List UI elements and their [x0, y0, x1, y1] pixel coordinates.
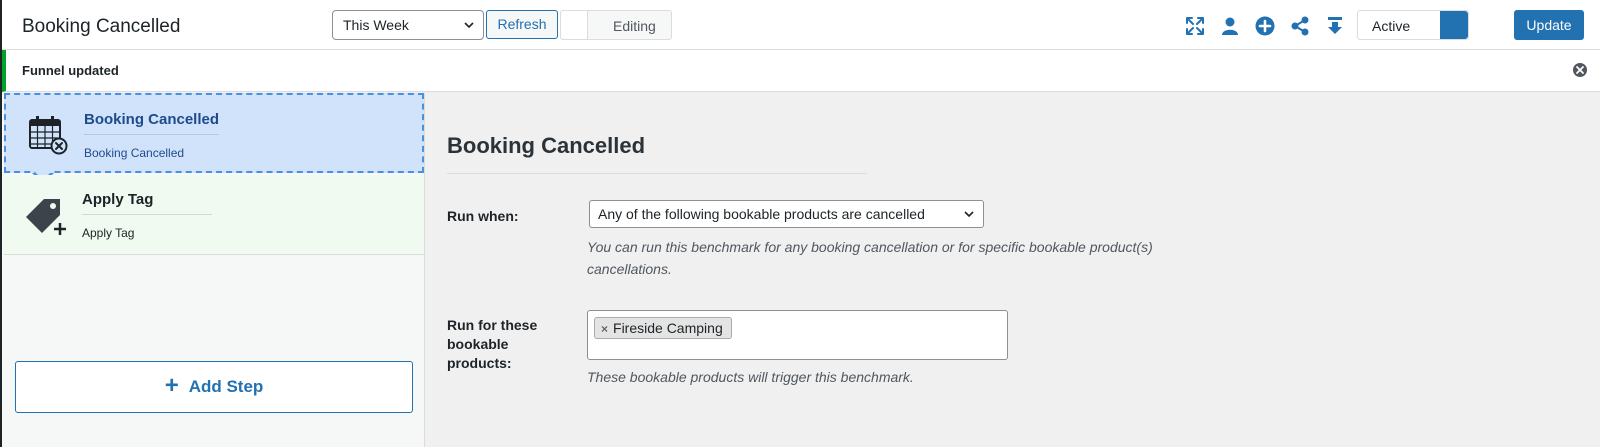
products-label-line-2: bookable — [447, 336, 509, 352]
person-icon[interactable] — [1219, 15, 1241, 37]
update-button[interactable]: Update — [1514, 10, 1584, 40]
products-help: These bookable products will trigger thi… — [587, 369, 914, 385]
fullscreen-icon[interactable] — [1184, 15, 1206, 37]
add-step-button[interactable]: + Add Step — [15, 361, 413, 413]
run-when-label: Run when: — [447, 208, 519, 224]
share-icon[interactable] — [1289, 15, 1311, 37]
run-when-select[interactable]: Any of the following bookable products a… — [589, 200, 984, 228]
close-circle-icon[interactable] — [1572, 62, 1588, 78]
plus-icon: + — [164, 372, 179, 399]
funnel-header: Booking Cancelled This Week Refresh Edit… — [2, 0, 1600, 50]
step-booking-cancelled[interactable]: Booking Cancelled Booking Cancelled — [4, 93, 424, 173]
steps-sidebar: Booking Cancelled Booking Cancelled Appl… — [2, 93, 425, 447]
editing-toggle-label: Editing — [613, 18, 656, 34]
calendar-cancel-icon — [29, 116, 68, 155]
products-label-line-1: Run for these — [447, 317, 538, 333]
notice-text: Funnel updated — [22, 63, 119, 78]
products-label: Run for these bookable products: — [447, 316, 537, 373]
step-settings-title: Booking Cancelled — [447, 133, 646, 158]
product-chip-label: Fireside Camping — [613, 320, 723, 336]
step-subtitle: Booking Cancelled — [84, 146, 185, 160]
step-title: Booking Cancelled — [84, 111, 220, 135]
editing-toggle[interactable]: Editing — [560, 10, 672, 40]
chevron-down-icon — [964, 211, 974, 218]
download-icon[interactable] — [1324, 15, 1346, 37]
products-multiselect[interactable]: × Fireside Camping — [587, 310, 1008, 360]
chevron-down-icon — [464, 22, 474, 29]
funnel-title[interactable]: Booking Cancelled — [22, 16, 180, 38]
plus-circle-icon[interactable] — [1254, 15, 1276, 37]
run-when-help-line-1: You can run this benchmark for any booki… — [587, 239, 1153, 255]
run-when-help-line-2: cancellations. — [587, 261, 672, 277]
funnel-status-label: Active — [1372, 18, 1411, 34]
step-subtitle: Apply Tag — [82, 226, 135, 240]
report-range-value: This Week — [343, 17, 409, 33]
funnel-status-knob — [1440, 11, 1468, 39]
refresh-button[interactable]: Refresh — [486, 10, 558, 39]
title-divider — [447, 173, 867, 174]
products-label-line-3: products: — [447, 355, 512, 371]
editing-toggle-knob — [561, 11, 588, 39]
add-step-label: Add Step — [188, 377, 264, 396]
success-notice: Funnel updated — [2, 50, 1600, 92]
remove-chip-icon[interactable]: × — [601, 322, 608, 336]
report-range-select[interactable]: This Week — [332, 10, 484, 40]
run-when-value: Any of the following bookable products a… — [598, 206, 925, 222]
run-when-help: You can run this benchmark for any booki… — [587, 236, 1153, 280]
funnel-status-toggle[interactable]: Active — [1357, 10, 1469, 40]
step-apply-tag[interactable]: Apply Tag Apply Tag — [4, 175, 424, 255]
tag-plus-icon — [26, 199, 66, 235]
step-title: Apply Tag — [82, 191, 212, 215]
product-chip[interactable]: × Fireside Camping — [594, 317, 732, 339]
